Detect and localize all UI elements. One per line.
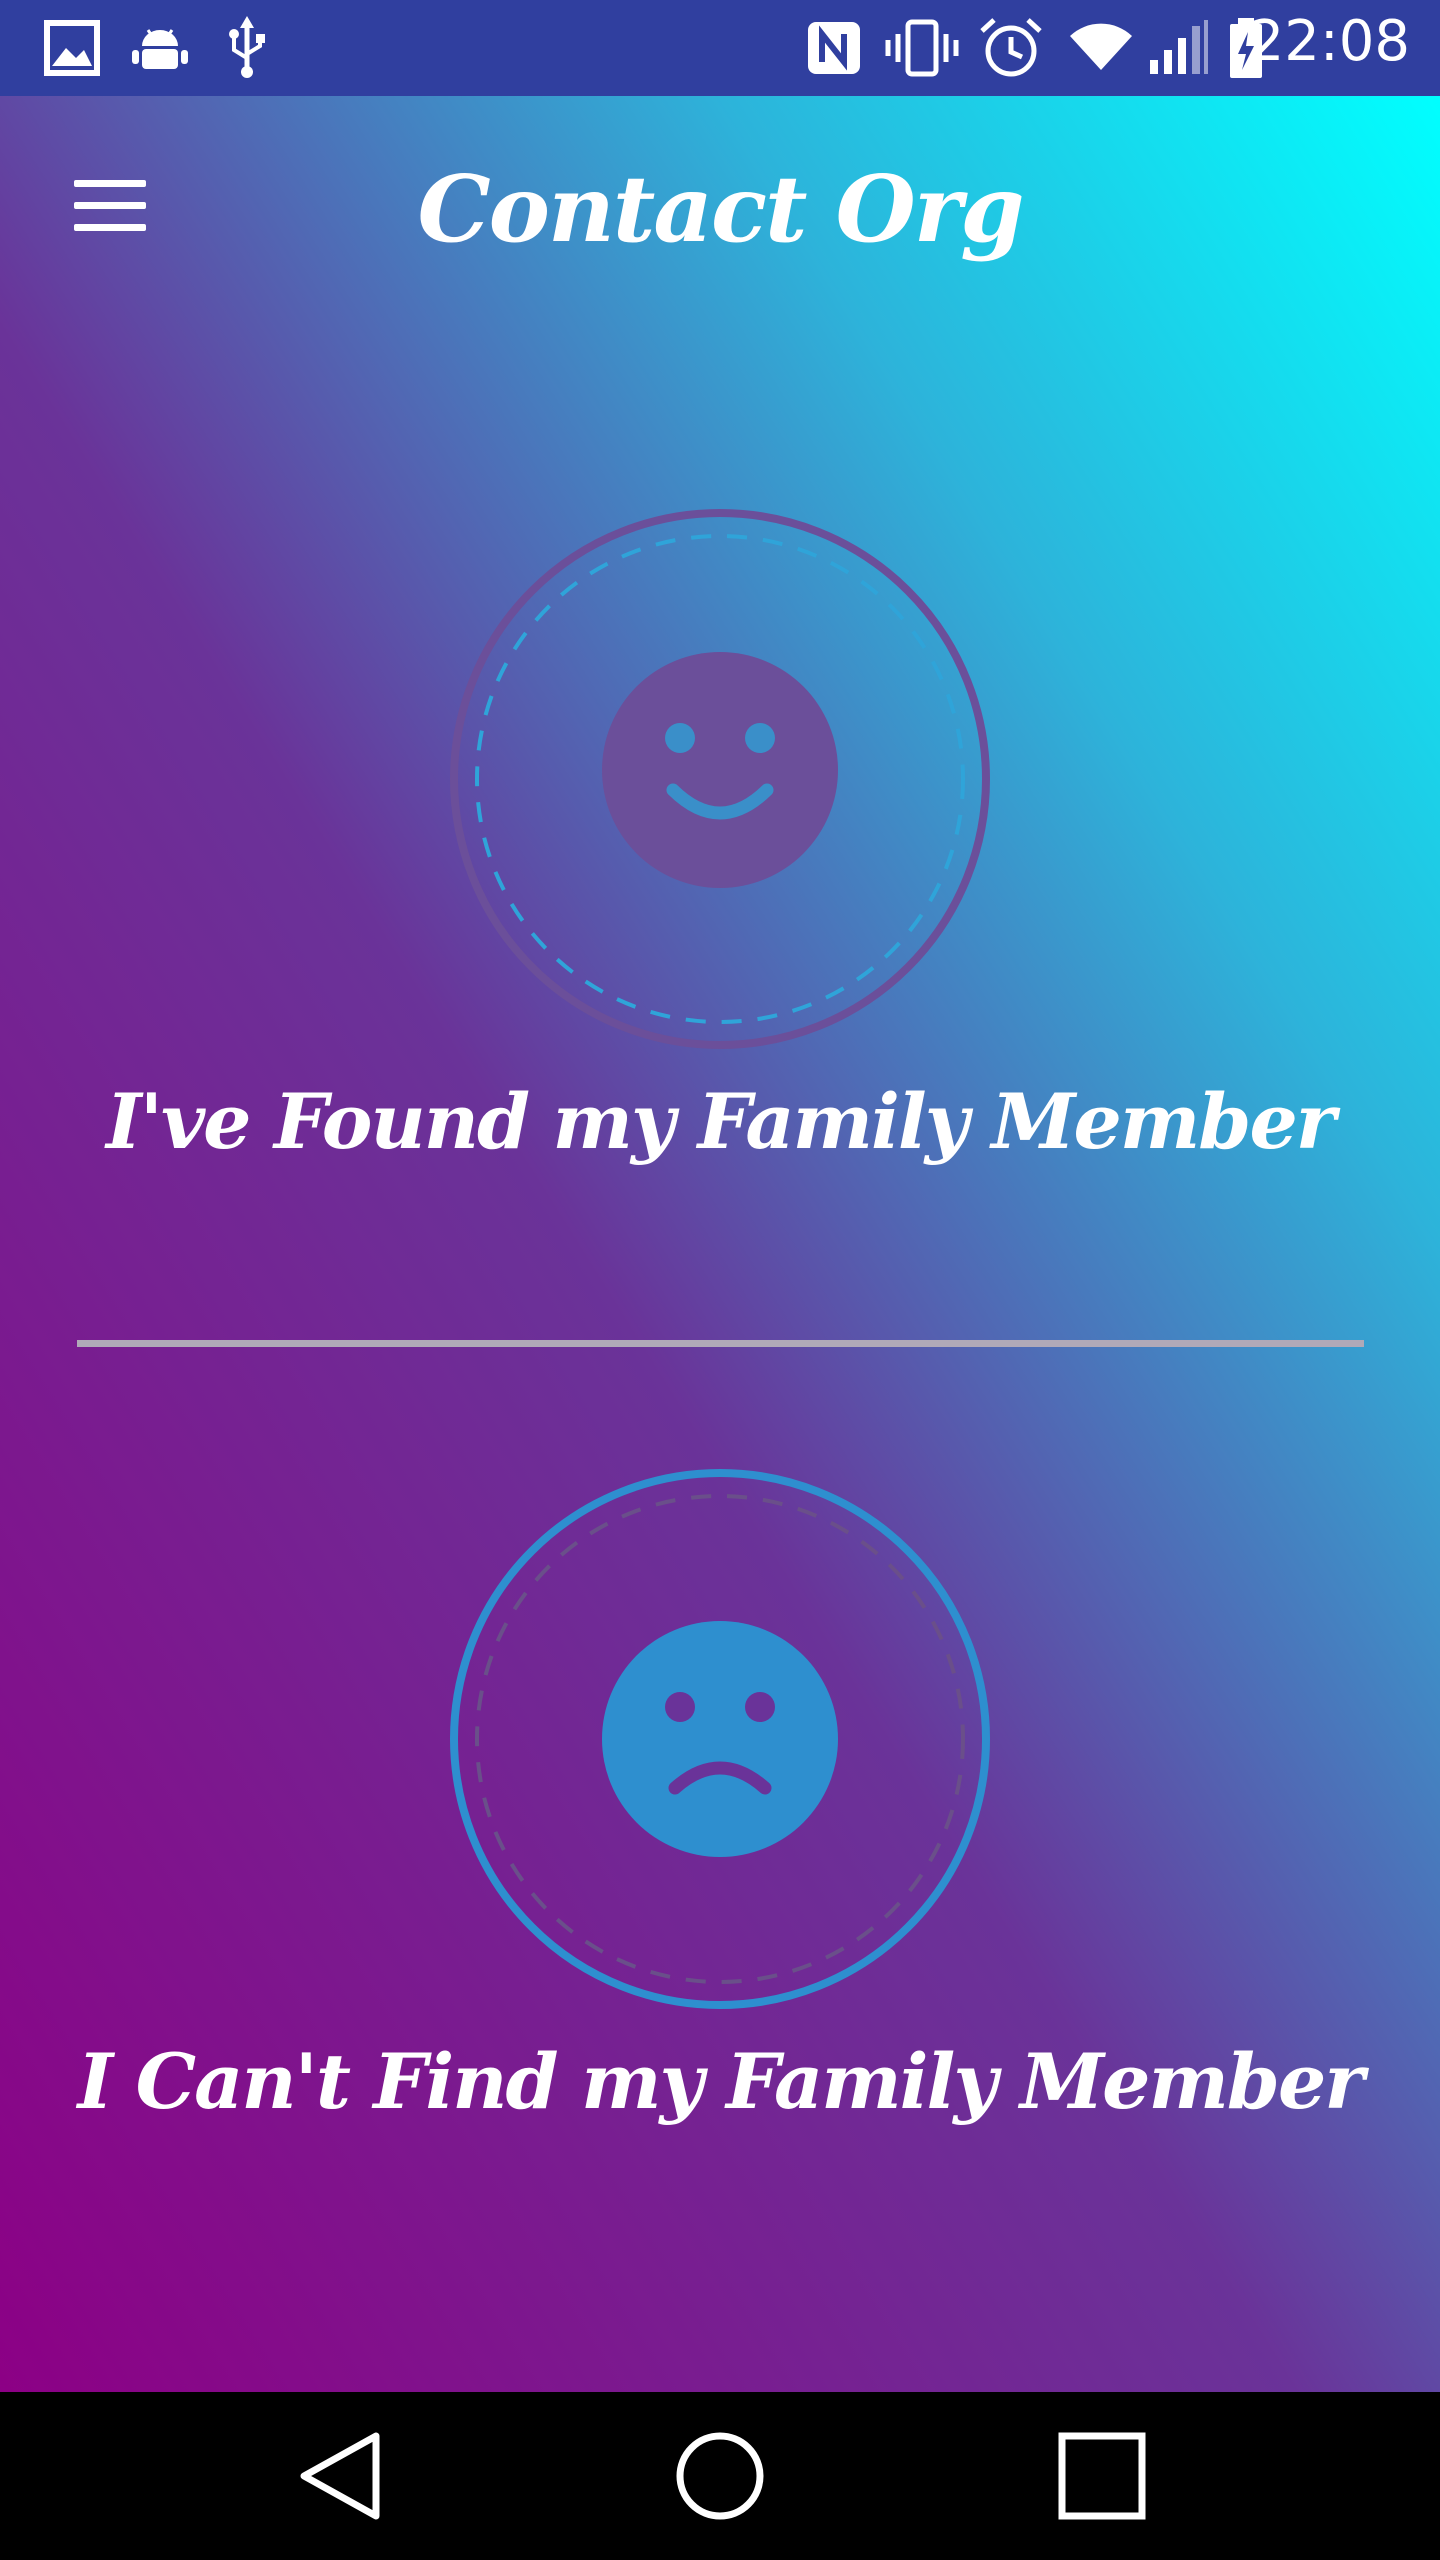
cant-find-option-label[interactable]: I Can't Find my Family Member (0, 2036, 1440, 2127)
android-icon (132, 29, 188, 69)
signal-icon (1150, 20, 1208, 74)
app-bar: Contact Org (0, 96, 1440, 326)
vibrate-icon (885, 19, 959, 77)
app-title: Contact Org (417, 155, 1024, 263)
status-bar: 22:08 (0, 0, 1440, 96)
image-icon (44, 20, 100, 76)
found-option-label[interactable]: I've Found my Family Member (0, 1076, 1440, 1167)
navigation-bar (0, 2392, 1440, 2560)
divider (77, 1340, 1364, 1347)
nfc-icon (808, 22, 860, 74)
recents-icon[interactable] (1054, 2428, 1150, 2524)
happy-face-icon[interactable] (447, 506, 993, 1052)
usb-icon (229, 16, 265, 78)
sad-face-icon[interactable] (447, 1466, 993, 2012)
alarm-icon (980, 18, 1042, 77)
home-icon[interactable] (672, 2428, 768, 2524)
main-content: Contact Org I've Found my Family Member … (0, 96, 1440, 2392)
back-icon[interactable] (296, 2428, 386, 2524)
status-time: 22:08 (1248, 9, 1410, 74)
wifi-icon (1070, 23, 1132, 70)
